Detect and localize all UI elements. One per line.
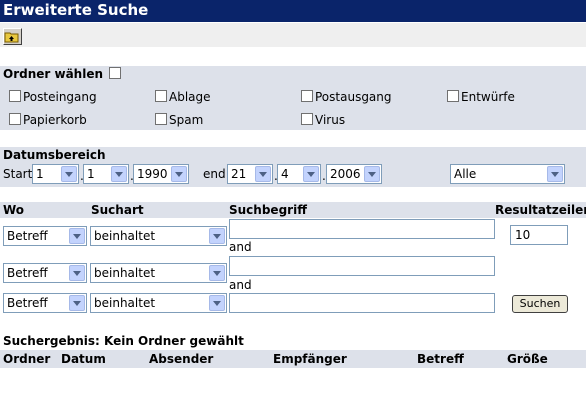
folder-label-ablage: Ablage (169, 90, 211, 104)
result-heading: Suchergebnis: Kein Ordner gewählt (3, 334, 244, 348)
start-label: Start (3, 167, 33, 181)
term-input-2[interactable] (229, 256, 495, 276)
end-month-select[interactable]: 4 (277, 164, 321, 184)
chevron-down-icon (171, 166, 187, 182)
chevron-down-icon (209, 265, 225, 281)
title-bar: Erweiterte Suche (0, 0, 586, 22)
folder-checkbox-papierkorb[interactable] (9, 113, 21, 125)
start-day-select[interactable]: 1 (32, 164, 79, 184)
folder-checkbox-spam[interactable] (155, 113, 167, 125)
chevron-down-icon (111, 166, 127, 182)
folder-checkbox-posteingang[interactable] (9, 90, 21, 102)
folder-checkbox-ablage[interactable] (155, 90, 167, 102)
folder-label-entwuerfe: Entwürfe (461, 90, 515, 104)
chevron-down-icon (364, 166, 380, 182)
chevron-down-icon (69, 295, 85, 311)
folder-label-posteingang: Posteingang (23, 90, 97, 104)
folder-up-icon (4, 32, 19, 43)
term-header: Suchbegriff (229, 203, 307, 217)
where-select-2[interactable]: Betreff (3, 263, 87, 283)
start-month-select[interactable]: 1 (83, 164, 129, 184)
and-label-1: and (229, 240, 252, 254)
chevron-down-icon (209, 295, 225, 311)
col-ordner[interactable]: Ordner (3, 352, 50, 366)
chevron-down-icon (69, 265, 85, 281)
end-label: end (203, 167, 226, 181)
end-year-select[interactable]: 2006 (326, 164, 382, 184)
start-year-select[interactable]: 1990 (133, 164, 189, 184)
folder-checkbox-entwuerfe[interactable] (447, 90, 459, 102)
folder-label-papierkorb: Papierkorb (23, 113, 87, 127)
chevron-down-icon (61, 166, 77, 182)
type-select-1[interactable]: beinhaltet (90, 226, 227, 246)
col-empfaenger[interactable]: Empfänger (273, 352, 347, 366)
results-header: Resultatzeilen (495, 203, 586, 217)
col-groesse[interactable]: Größe (507, 352, 548, 366)
search-button[interactable]: Suchen (512, 295, 568, 313)
type-select-3[interactable]: beinhaltet (90, 293, 227, 313)
chevron-down-icon (303, 166, 319, 182)
where-select-3[interactable]: Betreff (3, 293, 87, 313)
results-input[interactable]: 10 (510, 225, 568, 245)
where-header: Wo (3, 203, 25, 217)
toolbar (0, 23, 586, 47)
folder-label-virus: Virus (315, 113, 346, 127)
and-label-2: and (229, 278, 252, 292)
folder-checkbox-postausgang[interactable] (301, 90, 313, 102)
col-datum[interactable]: Datum (61, 352, 106, 366)
date-range-select[interactable]: Alle (450, 164, 565, 184)
type-select-2[interactable]: beinhaltet (90, 263, 227, 283)
page-title: Erweiterte Suche (3, 1, 149, 19)
chevron-down-icon (69, 228, 85, 244)
folder-label-postausgang: Postausgang (315, 90, 392, 104)
term-input-3[interactable] (229, 293, 495, 313)
col-absender[interactable]: Absender (149, 352, 213, 366)
chevron-down-icon (209, 228, 225, 244)
term-input-1[interactable] (229, 219, 495, 239)
type-header: Suchart (91, 203, 144, 217)
folder-checkbox-virus[interactable] (301, 113, 313, 125)
chevron-down-icon (547, 166, 563, 182)
chevron-down-icon (255, 166, 271, 182)
select-all-folders-checkbox[interactable] (109, 67, 121, 79)
end-day-select[interactable]: 21 (227, 164, 273, 184)
folder-up-button[interactable] (3, 28, 22, 45)
date-section-label: Datumsbereich (3, 148, 106, 162)
where-select-1[interactable]: Betreff (3, 226, 87, 246)
folder-section-label: Ordner wählen (3, 67, 104, 81)
folder-label-spam: Spam (169, 113, 204, 127)
col-betreff[interactable]: Betreff (417, 352, 464, 366)
